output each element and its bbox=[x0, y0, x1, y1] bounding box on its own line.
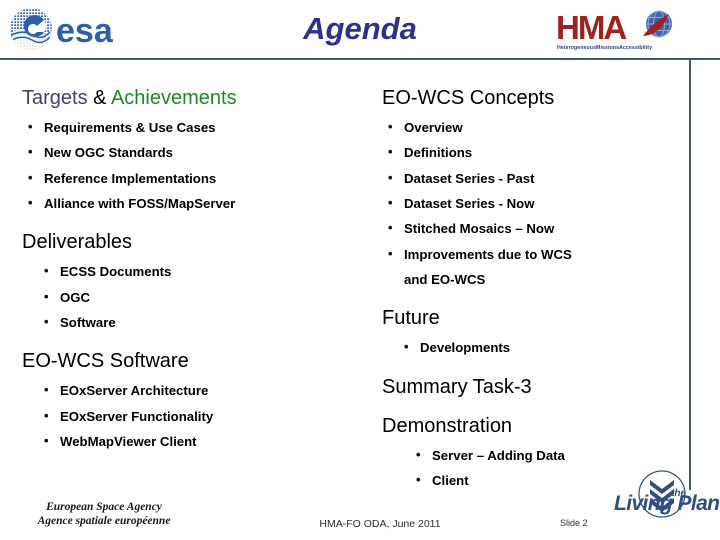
left-content-column: Targets & Achievements Requirements & Use… bbox=[22, 86, 362, 454]
hma-logo-subtitle: HeterogeneousMissionsAccessibility bbox=[557, 45, 653, 51]
list-item: Dataset Series - Past bbox=[382, 166, 682, 191]
section-heading: EO-WCS Software bbox=[22, 350, 189, 373]
header-divider bbox=[0, 58, 720, 60]
slide-number: Slide 2 bbox=[560, 518, 588, 528]
list-item: ECSS Documents bbox=[22, 259, 362, 284]
bullet-list: ECSS DocumentsOGCSoftware bbox=[22, 259, 362, 335]
list-item: Developments bbox=[382, 335, 682, 360]
content-block: Future Developments bbox=[382, 306, 682, 360]
bullet-list: Requirements & Use CasesNew OGC Standard… bbox=[22, 115, 362, 216]
esa-agency-wordmark: European Space Agency Agence spatiale eu… bbox=[14, 500, 194, 529]
hma-logo-text: HMA bbox=[556, 9, 627, 46]
footer-center-text: HMA-FO ODA, June 2011 bbox=[319, 518, 441, 530]
section-heading: Deliverables bbox=[22, 231, 133, 254]
hma-globe-icon bbox=[643, 10, 672, 38]
right-frame-line bbox=[689, 58, 691, 490]
section-heading: Demonstration bbox=[382, 414, 513, 437]
list-item: Improvements due to WCS and EO-WCS bbox=[382, 242, 682, 293]
list-item: EOxServer Architecture bbox=[22, 378, 362, 403]
list-item: Software bbox=[22, 310, 362, 335]
section-heading: Future bbox=[382, 307, 440, 330]
list-item: Definitions bbox=[382, 140, 682, 165]
list-item: WebMapViewer Client bbox=[22, 429, 362, 454]
list-item: Server – Adding Data bbox=[382, 443, 682, 468]
list-item: New OGC Standards bbox=[22, 140, 362, 165]
esa-agency-line-fr: Agence spatiale européenne bbox=[37, 515, 171, 528]
list-item: OGC bbox=[22, 285, 362, 310]
list-item: Requirements & Use Cases bbox=[22, 115, 362, 140]
section-heading-part: Targets bbox=[22, 87, 88, 109]
esa-agency-line-en: European Space Agency bbox=[46, 501, 162, 513]
section-heading: Targets & Achievements bbox=[22, 86, 362, 111]
list-item: Overview bbox=[382, 115, 682, 140]
bullet-list: Developments bbox=[382, 335, 682, 360]
list-item: Stitched Mosaics – Now bbox=[382, 216, 682, 241]
list-item: Reference Implementations bbox=[22, 166, 362, 191]
section-heading: EO-WCS Concepts bbox=[382, 87, 555, 109]
list-item: Dataset Series - Now bbox=[382, 191, 682, 216]
content-block: EO-WCS ConceptsOverviewDefinitionsDatase… bbox=[382, 86, 682, 292]
list-item: EOxServer Functionality bbox=[22, 404, 362, 429]
bullet-list: OverviewDefinitionsDataset Series - Past… bbox=[382, 115, 682, 292]
content-block: Summary Task-3 bbox=[382, 375, 682, 400]
right-content-column: EO-WCS ConceptsOverviewDefinitionsDatase… bbox=[382, 86, 682, 493]
list-item: Alliance with FOSS/MapServer bbox=[22, 191, 362, 216]
section-heading-part: & bbox=[87, 87, 111, 109]
living-planet-text: Living Planet bbox=[614, 492, 720, 515]
section-heading: Summary Task-3 bbox=[382, 375, 532, 398]
content-block: Targets & Achievements Requirements & Use… bbox=[22, 86, 362, 216]
section-heading-part: Achievements bbox=[110, 87, 237, 109]
content-block: EO-WCS Software EOxServer ArchitectureEOx… bbox=[22, 349, 362, 454]
slide: esa Agenda HMA HeterogeneousMissionsAcce… bbox=[0, 0, 720, 540]
hma-logo: HMA HeterogeneousMissionsAccessibility bbox=[556, 9, 692, 57]
bullet-list: EOxServer ArchitectureEOxServer Function… bbox=[22, 378, 362, 454]
content-block: Deliverables ECSS DocumentsOGCSoftware bbox=[22, 230, 362, 335]
living-planet-logo: the Living Planet bbox=[614, 468, 720, 530]
